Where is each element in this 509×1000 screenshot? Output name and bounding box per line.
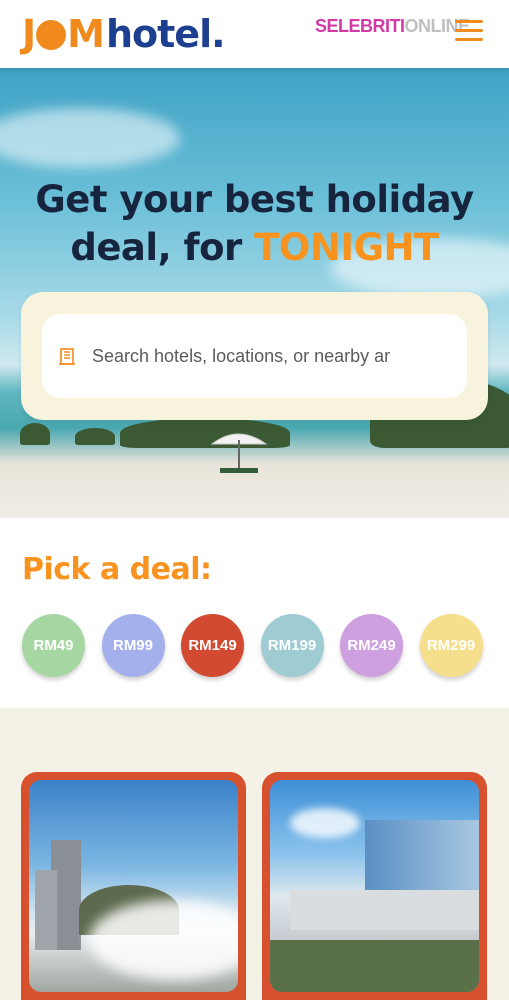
mist-decor	[89, 900, 238, 980]
deal-rm149-button[interactable]: RM149	[181, 614, 244, 677]
logo-jom: JM	[22, 12, 105, 56]
hotel-card[interactable]	[21, 772, 246, 1000]
tower-decor	[35, 870, 57, 950]
top-header: JM hotel. SELEBRITIONLINE	[0, 0, 509, 68]
hotel-photo-vivatel	[270, 780, 479, 992]
search-card	[21, 292, 488, 420]
building-decor	[290, 890, 479, 930]
island-decor	[75, 428, 115, 445]
hero-title: Get your best holiday deal, for TONIGHT	[0, 176, 509, 272]
hero-title-line1: Get your best holiday	[35, 178, 474, 221]
cloud-decor	[290, 808, 360, 838]
trees-decor	[270, 940, 479, 992]
pick-a-deal-heading: Pick a deal:	[22, 552, 212, 587]
deal-rm99-button[interactable]: RM99	[101, 614, 165, 677]
cloud-decor	[0, 108, 180, 168]
hero-title-highlight: TONIGHT	[254, 226, 439, 269]
hamburger-menu-icon[interactable]	[455, 20, 483, 44]
beach-umbrella-icon	[210, 433, 268, 473]
partner-logo[interactable]: SELEBRITIONLINE	[315, 16, 470, 37]
island-decor	[20, 423, 50, 445]
logo-hotel-text: hotel.	[105, 12, 226, 56]
jomhotel-logo[interactable]: JM hotel.	[22, 12, 226, 56]
search-input[interactable]	[92, 345, 432, 367]
deal-rm49-button[interactable]: RM49	[22, 614, 85, 677]
globe-icon	[36, 20, 67, 50]
hotel-building-icon	[59, 348, 75, 365]
deal-price-list: RM49 RM99 RM149 RM199 RM249 RM299	[22, 614, 483, 677]
deal-rm199-button[interactable]: RM199	[260, 614, 324, 677]
partner-logo-part1: SELEBRITI	[315, 16, 405, 36]
hotel-photo-highlands	[29, 780, 238, 992]
hero-banner: Get your best holiday deal, for TONIGHT	[0, 68, 509, 518]
search-box[interactable]	[42, 314, 467, 398]
hotel-card[interactable]	[262, 772, 487, 1000]
deal-rm249-button[interactable]: RM249	[340, 614, 403, 677]
hero-title-line2: deal, for TONIGHT	[70, 226, 439, 269]
deal-rm299-button[interactable]: RM299	[419, 614, 483, 677]
